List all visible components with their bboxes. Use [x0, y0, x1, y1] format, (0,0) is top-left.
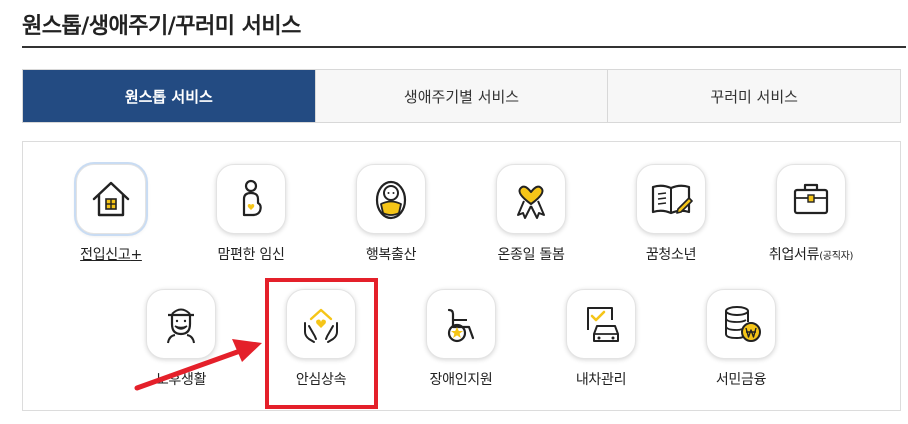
service-label: 전입신고 [80, 247, 131, 263]
service-retirement[interactable]: 노후생활 [111, 289, 251, 389]
service-employment-docs[interactable]: 취업서류(공직자) [741, 164, 881, 264]
book-icon [636, 164, 706, 234]
title-divider [22, 46, 906, 48]
elderly-icon [146, 289, 216, 359]
service-birth[interactable]: 행복출산 [321, 164, 461, 264]
pregnancy-icon [216, 164, 286, 234]
briefcase-icon [776, 164, 846, 234]
hands-heart-house-icon [286, 289, 356, 359]
service-label: 온종일 돌봄 [497, 247, 565, 263]
service-label: 안심상속 [295, 372, 347, 388]
page-title: 원스톱/생애주기/꾸러미 서비스 [22, 14, 301, 39]
service-label: 행복출산 [365, 247, 417, 263]
service-panel: 전입신고+ 맘편한 임신 행복출산 온종일 돌봄 꿈청소년 취업서류(공직자) … [22, 141, 901, 411]
service-youth[interactable]: 꿈청소년 [601, 164, 741, 264]
car-document-icon [566, 289, 636, 359]
service-label: 내차관리 [575, 372, 627, 388]
coins-icon [706, 289, 776, 359]
baby-icon [356, 164, 426, 234]
service-label-suffix: + [130, 247, 142, 263]
service-daycare[interactable]: 온종일 돌봄 [461, 164, 601, 264]
service-car-management[interactable]: 내차관리 [531, 289, 671, 389]
service-label: 꿈청소년 [645, 247, 697, 263]
service-label: 노후생활 [155, 372, 207, 388]
service-finance[interactable]: 서민금융 [671, 289, 811, 389]
tab-package[interactable]: 꾸러미 서비스 [607, 70, 901, 122]
wheelchair-icon [426, 289, 496, 359]
service-tabs: 원스톱 서비스 생애주기별 서비스 꾸러미 서비스 [22, 69, 901, 123]
service-label: 맘편한 임신 [217, 247, 285, 263]
tab-lifecycle[interactable]: 생애주기별 서비스 [314, 70, 608, 122]
house-icon [76, 164, 146, 234]
service-pregnancy[interactable]: 맘편한 임신 [181, 164, 321, 264]
service-disability-support[interactable]: 장애인지원 [391, 289, 531, 389]
service-inheritance[interactable]: 안심상속 [251, 289, 391, 389]
service-label: 장애인지원 [429, 372, 493, 388]
tab-onestop[interactable]: 원스톱 서비스 [23, 70, 315, 122]
service-label: 취업서류 [768, 247, 820, 263]
service-label-suffix: (공직자) [819, 251, 854, 262]
service-move-in[interactable]: 전입신고+ [41, 164, 181, 264]
service-label: 서민금융 [715, 372, 767, 388]
care-ribbon-icon [496, 164, 566, 234]
